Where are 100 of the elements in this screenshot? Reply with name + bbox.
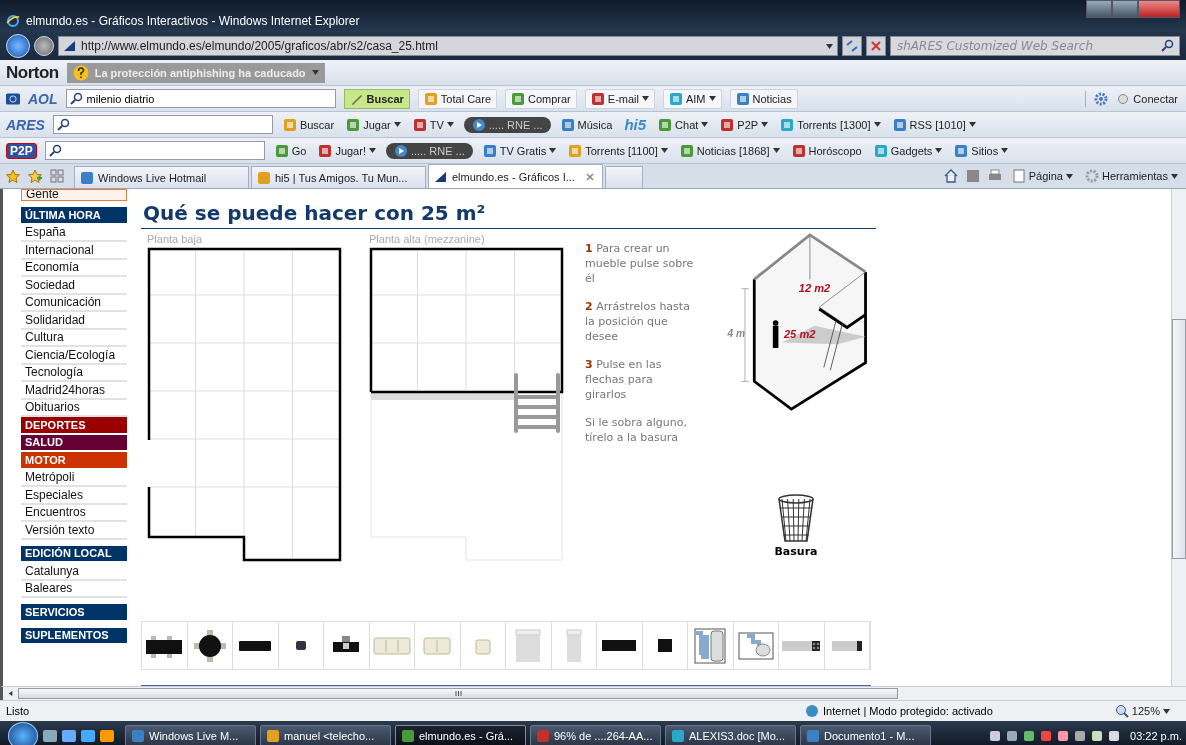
- vertical-scrollbar[interactable]: [1171, 189, 1186, 686]
- back-button[interactable]: [6, 34, 30, 58]
- floor-plan-drawing[interactable]: [147, 247, 343, 563]
- section-link[interactable]: Cultura: [21, 329, 127, 347]
- browser-tab[interactable]: Windows Live Hotmail: [74, 166, 249, 188]
- toolbar-button[interactable]: Torrents [1300]: [778, 116, 883, 133]
- dropdown-arrow-icon[interactable]: [1001, 148, 1009, 153]
- section-link[interactable]: Tecnología: [21, 364, 127, 382]
- dropdown-arrow-icon[interactable]: [708, 96, 716, 101]
- browser-tab[interactable]: elmundo.es - Gráficos I...: [428, 164, 603, 188]
- toolbar-button[interactable]: Comprar: [505, 88, 577, 109]
- toolbar-button[interactable]: Torrents [1100]: [566, 142, 670, 159]
- tray-icon[interactable]: [1090, 728, 1104, 743]
- toolbar-button[interactable]: P2P: [718, 116, 771, 133]
- search-field[interactable]: shARES Customized Web Search: [890, 36, 1180, 56]
- close-button[interactable]: [1138, 0, 1180, 18]
- toolbar-button[interactable]: Chat: [656, 116, 711, 133]
- taskbar-button[interactable]: Documento1 - M...: [800, 724, 931, 745]
- dropdown-arrow-icon[interactable]: [660, 148, 668, 153]
- section-link[interactable]: Economía: [21, 259, 127, 277]
- dropdown-arrow-icon[interactable]: [1171, 173, 1178, 179]
- dropdown-arrow-icon[interactable]: [826, 43, 833, 49]
- section-header[interactable]: EDICIÓN LOCAL: [21, 545, 127, 563]
- stop-button[interactable]: [866, 36, 886, 56]
- toolbar-button[interactable]: TV Gratis: [480, 142, 559, 159]
- section-link[interactable]: Solidaridad: [21, 312, 127, 330]
- refresh-button[interactable]: [842, 36, 862, 56]
- section-link[interactable]: Internacional: [21, 242, 127, 260]
- toolbar-button[interactable]: Horóscopo: [789, 142, 864, 159]
- dropdown-arrow-icon[interactable]: [1065, 173, 1073, 179]
- tray-icon[interactable]: [988, 728, 1002, 743]
- tray-icon[interactable]: [1005, 728, 1019, 743]
- quick-launch-icon[interactable]: [42, 727, 58, 744]
- search-button[interactable]: Buscar: [343, 88, 410, 109]
- taskbar-button[interactable]: ALEXIS3.doc [Mo...: [665, 724, 796, 745]
- dropdown-arrow-icon[interactable]: [968, 122, 976, 127]
- settings-icon[interactable]: [1094, 91, 1109, 106]
- dropdown-arrow-icon[interactable]: [641, 96, 649, 101]
- browser-tab[interactable]: hi5 | Tus Amigos. Tu Mun...: [251, 166, 426, 188]
- section-link[interactable]: España: [21, 224, 127, 242]
- tray-icon[interactable]: [1022, 728, 1036, 743]
- maximize-button[interactable]: [1112, 0, 1138, 18]
- taskbar-button[interactable]: 96% de ....264-AA...: [530, 724, 661, 745]
- taskbar-button[interactable]: Windows Live M...: [125, 724, 256, 745]
- command-button[interactable]: Página: [1009, 168, 1075, 184]
- taskbar-button[interactable]: manuel <telecho...: [260, 724, 391, 745]
- home-icon[interactable]: [943, 169, 958, 183]
- search-icon[interactable]: [1161, 39, 1175, 53]
- dropdown-arrow-icon[interactable]: [701, 122, 709, 127]
- horizontal-scrollbar[interactable]: [18, 688, 898, 699]
- section-header[interactable]: ÚLTIMA HORA: [21, 207, 127, 225]
- section-link[interactable]: Catalunya: [21, 563, 127, 581]
- dropdown-arrow-icon[interactable]: [446, 122, 454, 127]
- star-icon[interactable]: [6, 169, 20, 183]
- dropdown-arrow-icon[interactable]: [772, 148, 780, 153]
- section-header[interactable]: SUPLEMENTOS: [21, 627, 127, 645]
- toolbar-button[interactable]: Música: [558, 116, 615, 133]
- toolbar-button[interactable]: AIM: [662, 88, 722, 109]
- dropdown-arrow-icon[interactable]: [393, 122, 401, 127]
- dropdown-arrow-icon[interactable]: [368, 148, 376, 153]
- start-button[interactable]: [8, 721, 38, 745]
- dropdown-arrow-icon[interactable]: [761, 122, 769, 127]
- section-link[interactable]: Especiales: [21, 487, 127, 505]
- radio-player[interactable]: ..... RNE ...: [385, 142, 473, 159]
- toolbar-button[interactable]: Go: [272, 142, 309, 159]
- toolbar-search-field[interactable]: [44, 141, 265, 160]
- dropdown-arrow-icon[interactable]: [935, 148, 943, 153]
- toolbar-button[interactable]: Noticias: [729, 88, 798, 109]
- toolbar-button[interactable]: Total Care: [417, 88, 497, 109]
- floor-plan-drawing[interactable]: [369, 247, 565, 563]
- toolbar-button[interactable]: Noticias [1868]: [677, 142, 782, 159]
- section-link[interactable]: Baleares: [21, 580, 127, 598]
- toolbar-button[interactable]: Gadgets: [871, 142, 945, 159]
- connect-button[interactable]: Conectar: [1114, 90, 1180, 107]
- minimize-button[interactable]: [1086, 0, 1112, 18]
- section-link[interactable]: Metrópoli: [21, 469, 127, 487]
- section-header[interactable]: DEPORTES: [21, 417, 127, 435]
- command-button[interactable]: Herramientas: [1082, 168, 1180, 184]
- address-field[interactable]: http://www.elmundo.es/elmundo/2005/graficos/abr/s2/casa_25.html: [58, 36, 838, 56]
- section-link[interactable]: Comunicación: [21, 294, 127, 312]
- toolbar-button[interactable]: RSS [1010]: [890, 116, 978, 133]
- section-link[interactable]: Madrid24horas: [21, 382, 127, 400]
- tray-icon[interactable]: [1056, 728, 1070, 743]
- toolbar-button[interactable]: Jugar!: [316, 142, 378, 159]
- section-link[interactable]: Gente: [21, 189, 127, 201]
- section-header[interactable]: SERVICIOS: [21, 604, 127, 622]
- toolbar-button[interactable]: E-mail: [584, 88, 655, 109]
- section-link[interactable]: Sociedad: [21, 277, 127, 295]
- toolbar-search-field[interactable]: [52, 115, 273, 134]
- dropdown-arrow-icon[interactable]: [1163, 708, 1170, 714]
- toolbar-button[interactable]: Jugar: [344, 116, 403, 133]
- quick-launch-icon[interactable]: [99, 727, 115, 744]
- toolbar-button[interactable]: Buscar: [280, 116, 337, 133]
- scroll-left-icon[interactable]: [7, 691, 14, 696]
- zoom-button[interactable]: 125%: [1112, 703, 1172, 719]
- tray-icon[interactable]: [1073, 728, 1087, 743]
- section-link[interactable]: Versión texto: [21, 522, 127, 540]
- section-link[interactable]: Ciencia/Ecología: [21, 347, 127, 365]
- dropdown-arrow-icon[interactable]: [549, 148, 557, 153]
- taskbar-button[interactable]: elmundo.es - Grá...: [395, 724, 526, 745]
